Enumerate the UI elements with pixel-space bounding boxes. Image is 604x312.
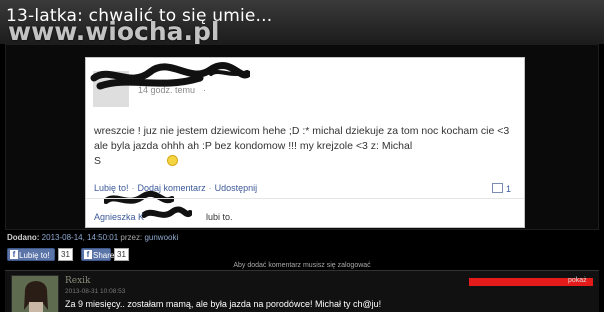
comment-item: Rexik 2013-08-31 10:08:53 Za 9 miesięcy.… bbox=[5, 270, 599, 312]
likes-line: Agnieszka K lubi to. bbox=[94, 212, 233, 222]
login-notice: Aby dodać komentarz musisz się zalogować bbox=[233, 262, 371, 269]
comment-count-value: 1 bbox=[505, 184, 511, 194]
timestamp-text: 14 godz. temu bbox=[138, 85, 196, 95]
post-body: wreszcie ! juz nie jestem dziewicom hehe… bbox=[94, 124, 514, 169]
fb-share-label: Share bbox=[93, 251, 115, 260]
fb-like-button[interactable]: f Lubię to! bbox=[7, 248, 55, 261]
fb-like-label: Lubię to! bbox=[19, 251, 50, 260]
add-comment-link[interactable]: Dodaj komentarz bbox=[138, 183, 206, 193]
facebook-icon: f bbox=[10, 250, 18, 259]
facebook-post-card: 14 godz. temu · wreszcie ! juz nie jestem… bbox=[85, 57, 525, 228]
site-logo[interactable]: www.wiocha.pl bbox=[8, 17, 219, 46]
facebook-icon: f bbox=[84, 250, 92, 259]
liker-name[interactable]: Agnieszka K bbox=[94, 212, 144, 222]
post-meta: Dodano: 2013-08-14, 14:50:01 przez: gunw… bbox=[7, 233, 178, 242]
author-link[interactable]: gunwooki bbox=[144, 233, 178, 242]
comment-text: Za 9 miesięcy.. zostałam mamą, ale była … bbox=[65, 299, 382, 309]
comment-count[interactable]: 1 bbox=[491, 183, 511, 194]
comment-icon bbox=[491, 183, 503, 193]
by-label: przez: bbox=[120, 233, 143, 242]
post-actions: Lubię to! · Dodaj komentarz · Udostępnij bbox=[94, 183, 258, 193]
added-date: 2013-08-14, 14:50:01 bbox=[41, 233, 119, 242]
censor-scribble-top bbox=[209, 70, 249, 76]
report-link[interactable]: pokaż bbox=[568, 277, 587, 284]
share-link[interactable]: Udostępnij bbox=[215, 183, 258, 193]
post-timestamp: 14 godz. temu · bbox=[138, 85, 207, 95]
fb-share-button[interactable]: f Share bbox=[81, 248, 115, 261]
image-stage: 14 godz. temu · wreszcie ! juz nie jestem… bbox=[5, 44, 599, 230]
divider bbox=[86, 198, 524, 199]
added-label: Dodano: bbox=[7, 233, 40, 242]
fb-share-count: 31 bbox=[114, 248, 129, 261]
avatar-image bbox=[12, 276, 58, 312]
title-bar: 13-latka: chwalić to się umie... www.wio… bbox=[0, 0, 604, 46]
smiley-icon bbox=[167, 155, 179, 166]
post-text-tail: S bbox=[94, 155, 102, 167]
comment-date: 2013-08-31 10:08:53 bbox=[65, 288, 126, 295]
post-text: wreszcie ! juz nie jestem dziewicom hehe… bbox=[94, 125, 510, 152]
fb-like-count: 31 bbox=[58, 248, 73, 261]
comment-author[interactable]: Rexik bbox=[65, 276, 91, 286]
like-link[interactable]: Lubię to! bbox=[94, 183, 129, 193]
commenter-avatar bbox=[11, 275, 59, 312]
likes-suffix: lubi to. bbox=[206, 212, 233, 222]
